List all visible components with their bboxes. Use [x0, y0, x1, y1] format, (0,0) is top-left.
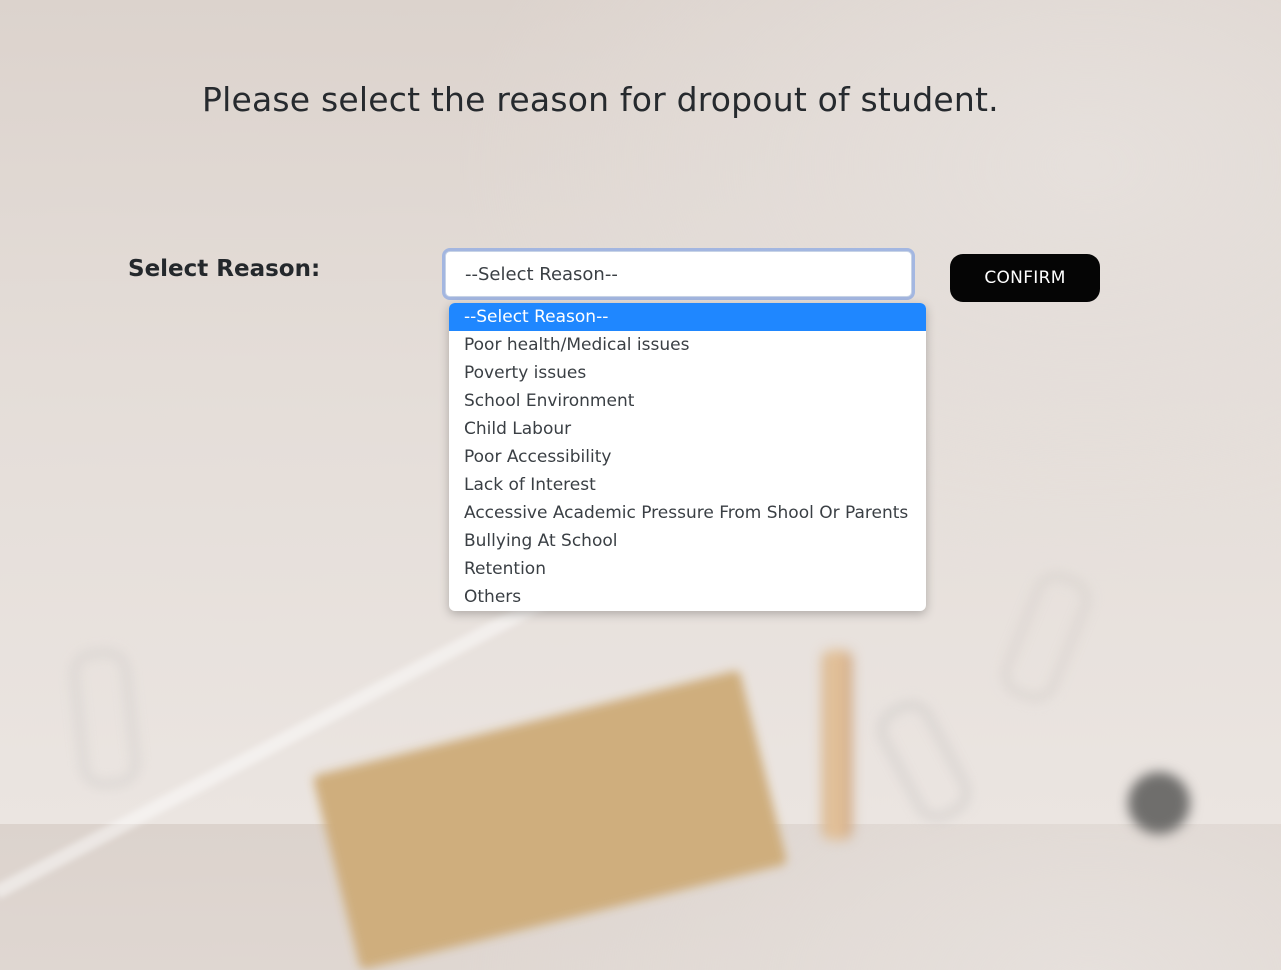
select-reason-label: Select Reason:: [128, 256, 321, 282]
background-eraser: [1128, 772, 1190, 834]
background-paper-edge: [0, 595, 548, 899]
background-notebook: [312, 669, 788, 970]
dropdown-option[interactable]: School Environment: [449, 387, 926, 415]
background-paperclip: [995, 566, 1097, 708]
dropdown-option[interactable]: Poverty issues: [449, 359, 926, 387]
background-paperclip: [870, 693, 978, 829]
dropdown-option[interactable]: Others: [449, 583, 926, 611]
dropdown-option[interactable]: Child Labour: [449, 415, 926, 443]
confirm-button[interactable]: CONFIRM: [950, 254, 1100, 302]
reason-select-value: --Select Reason--: [465, 263, 618, 285]
reason-select[interactable]: --Select Reason--: [445, 251, 912, 297]
dropdown-option[interactable]: Poor Accessibility: [449, 443, 926, 471]
dropdown-option[interactable]: Accessive Academic Pressure From Shool O…: [449, 499, 926, 527]
dropdown-option[interactable]: --Select Reason--: [449, 303, 926, 331]
dropdown-option[interactable]: Retention: [449, 555, 926, 583]
dropdown-option[interactable]: Lack of Interest: [449, 471, 926, 499]
dropdown-option[interactable]: Poor health/Medical issues: [449, 331, 926, 359]
dropdown-option[interactable]: Bullying At School: [449, 527, 926, 555]
background-pencil: [822, 650, 852, 840]
reason-dropdown-list: --Select Reason-- Poor health/Medical iss…: [449, 303, 926, 611]
page-title: Please select the reason for dropout of …: [202, 80, 999, 119]
background-paperclip: [68, 647, 142, 790]
